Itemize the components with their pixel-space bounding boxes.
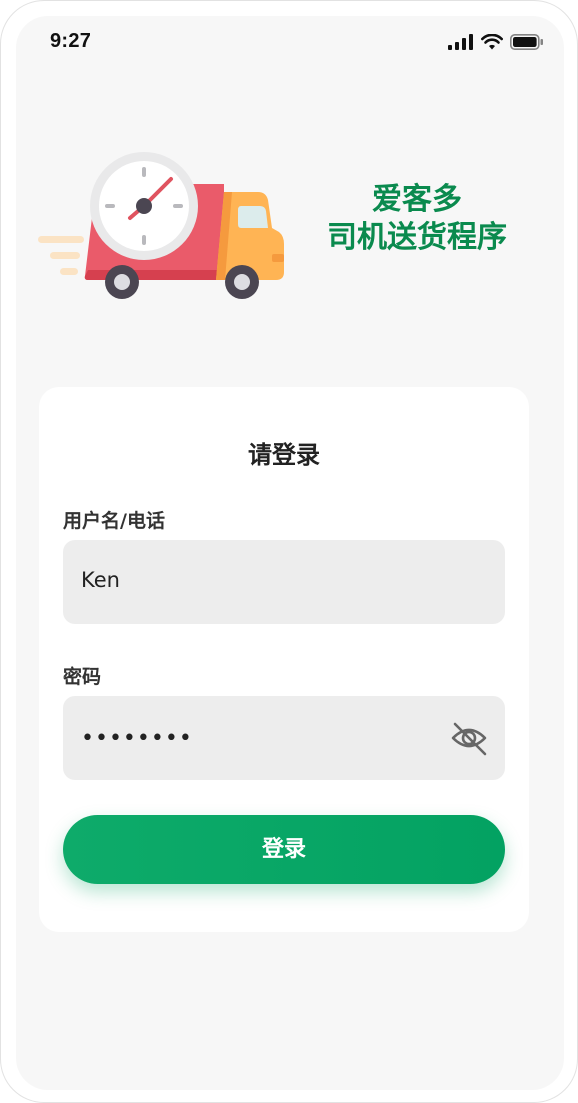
cellular-signal-icon — [448, 34, 473, 50]
login-card: 请登录 用户名/电话 Ken 密码 •••••••• 登录 — [39, 387, 529, 932]
password-input[interactable]: •••••••• — [63, 696, 505, 780]
delivery-truck-clock-icon — [38, 152, 284, 299]
wifi-icon — [481, 34, 503, 50]
status-time: 9:27 — [50, 30, 92, 52]
app-title: 爱客多 司机送货程序 — [312, 181, 522, 257]
login-button[interactable]: 登录 — [63, 815, 505, 884]
status-icons — [448, 34, 544, 50]
battery-icon — [510, 34, 543, 50]
app-title-line2: 司机送货程序 — [327, 220, 507, 255]
username-label: 用户名/电话 — [63, 510, 165, 532]
password-value: •••••••• — [81, 726, 193, 751]
login-title: 请登录 — [248, 441, 320, 469]
username-input[interactable]: Ken — [63, 540, 505, 624]
username-value: Ken — [81, 568, 120, 592]
app-title-line1: 爱客多 — [372, 182, 462, 217]
app-screen: 9:27 爱客多 司机送货程序 请登录 用户名/电话 Ken 密码 ••••••… — [16, 16, 564, 1090]
status-bar: 9:27 — [16, 16, 564, 68]
phone-frame: 9:27 爱客多 司机送货程序 请登录 用户名/电话 Ken 密码 ••••••… — [0, 0, 578, 1103]
eye-slash-icon[interactable] — [449, 718, 489, 758]
password-label: 密码 — [63, 666, 102, 688]
